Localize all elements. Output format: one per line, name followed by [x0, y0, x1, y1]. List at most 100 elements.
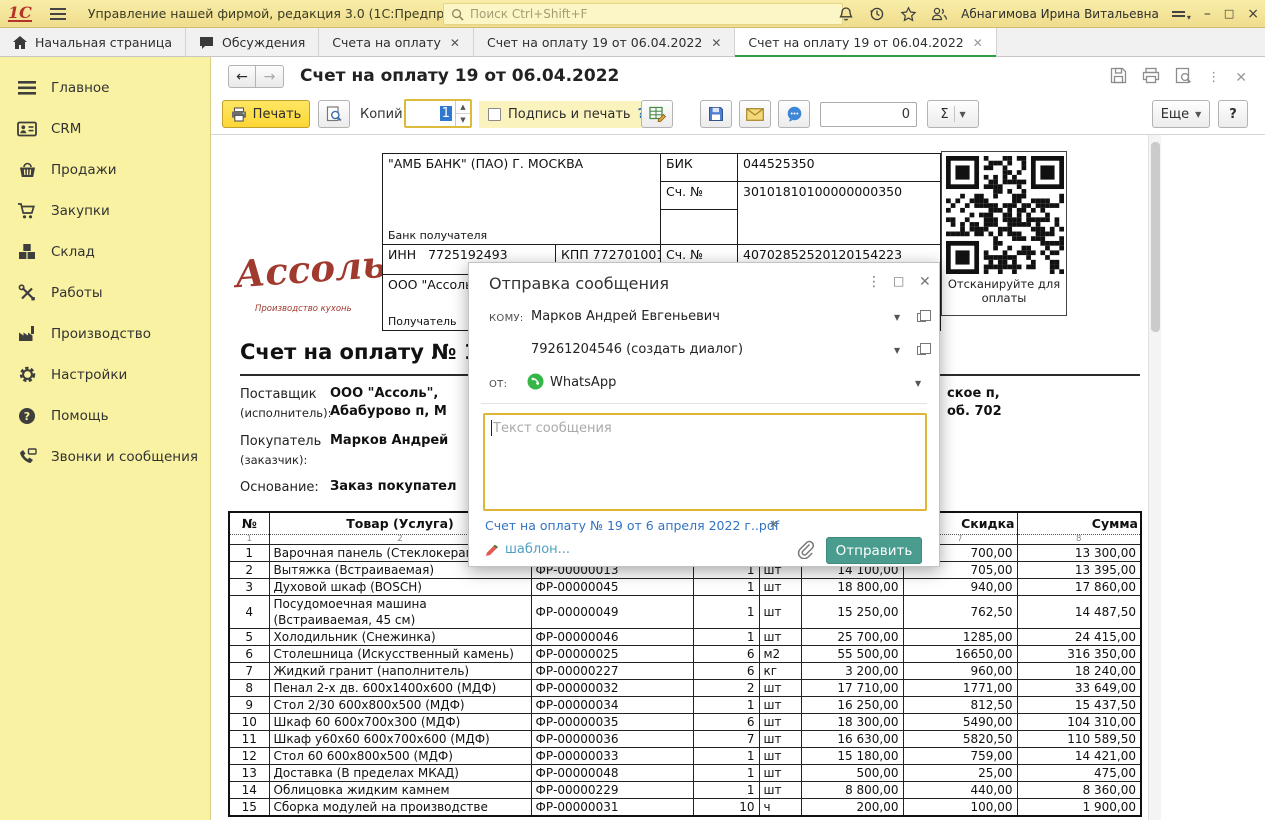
to-recipient-field[interactable]: Марков Андрей Евгеньевич	[531, 309, 720, 324]
invoice-item-cell: 2	[229, 562, 269, 579]
stepper-up-icon[interactable]: ▲	[456, 101, 470, 114]
tab-close-icon[interactable]: ✕	[450, 36, 460, 50]
edit-layout-button[interactable]	[641, 100, 673, 128]
tab-close-icon[interactable]: ✕	[711, 36, 721, 50]
invoice-item-cell: Холодильник (Снежинка)	[269, 629, 531, 646]
help-label: ?	[1229, 107, 1237, 122]
invoice-item-cell: ФР-00000033	[531, 748, 693, 765]
more-actions-icon[interactable]: ⋮	[1207, 70, 1220, 85]
invoice-item-cell: 762,50	[903, 596, 1017, 629]
chevron-down-icon[interactable]: ▼	[915, 379, 921, 388]
nav-forward-button[interactable]: →	[256, 65, 284, 88]
send-button[interactable]: Отправить	[826, 537, 922, 564]
invoice-item-cell: 960,00	[903, 663, 1017, 680]
close-form-icon[interactable]: ✕	[1235, 70, 1247, 86]
favorites-star-icon[interactable]	[899, 5, 917, 23]
invoice-item-row: 14Облицовка жидким камнемФР-000002291шт8…	[229, 782, 1141, 799]
sign-and-stamp-checkbox[interactable]: Подпись и печать ?	[479, 101, 654, 128]
dialog-more-icon[interactable]: ⋮	[867, 274, 881, 290]
stepper-down-icon[interactable]: ▼	[456, 114, 470, 126]
paperclip-icon[interactable]	[796, 539, 814, 563]
phone-field[interactable]: 79261204546 (создать диалог)	[531, 342, 743, 357]
save-report-icon[interactable]	[1110, 67, 1127, 88]
checkbox[interactable]	[488, 108, 501, 121]
chevron-down-icon[interactable]: ▼	[894, 313, 900, 322]
invoice-item-cell: ФР-00000045	[531, 579, 693, 596]
invoice-item-cell: 18 240,00	[1017, 663, 1141, 680]
save-file-button[interactable]	[700, 100, 732, 128]
print-preview-button[interactable]	[318, 100, 350, 128]
sidebar-item-settings[interactable]: Настройки	[0, 354, 210, 395]
print-button[interactable]: Печать	[222, 100, 310, 128]
invoice-item-cell: 15	[229, 799, 269, 817]
invoice-item-cell: 4	[229, 596, 269, 629]
invoice-item-cell: 5490,00	[903, 714, 1017, 731]
sidebar-item-calls-messages[interactable]: Звонки и сообщения	[0, 436, 210, 477]
invoice-item-row: 15Сборка модулей на производствеФР-00000…	[229, 799, 1141, 817]
chevron-down-icon[interactable]: ▼	[894, 346, 900, 355]
sidebar-item-crm[interactable]: CRM	[0, 108, 210, 149]
message-text-input[interactable]: Текст сообщения	[483, 413, 927, 511]
send-message-button[interactable]	[778, 100, 810, 128]
main-menu-icon[interactable]	[50, 5, 66, 23]
sum-button[interactable]: Σ ▼	[927, 100, 979, 128]
window-close-button[interactable]: ×	[1247, 0, 1259, 28]
more-button[interactable]: Еще ▼	[1152, 100, 1210, 128]
invoice-item-cell: Стол 2/30 600х800х500 (МДФ)	[269, 697, 531, 714]
send-email-button[interactable]	[739, 100, 771, 128]
current-user-name[interactable]: Абнагимова Ирина Витальевна	[961, 7, 1159, 21]
global-search-input[interactable]: Поиск Ctrl+Shift+F	[443, 3, 843, 25]
sidebar-item-works[interactable]: Работы	[0, 272, 210, 313]
invoice-item-cell: 1	[693, 697, 759, 714]
tab-invoices-list[interactable]: Счета на оплату ✕	[319, 28, 474, 57]
sidebar-item-production[interactable]: Производство	[0, 313, 210, 354]
open-in-new-icon[interactable]	[917, 346, 926, 355]
copies-stepper[interactable]: 1 ▲ ▼	[404, 99, 472, 128]
users-icon[interactable]	[930, 5, 948, 23]
from-channel-field[interactable]: WhatsApp	[550, 375, 616, 390]
counter-input[interactable]: 0	[820, 102, 917, 127]
supplier-label: Поставщик	[240, 387, 317, 402]
window-minimize-button[interactable]: –	[1204, 0, 1211, 28]
sidebar-item-main[interactable]: Главное	[0, 67, 210, 108]
sidebar-item-label: Склад	[51, 244, 95, 260]
send-message-dialog: Отправка сообщения ⋮ □ ✕ КОМУ: Марков Ан…	[468, 262, 940, 567]
invoice-item-cell: шт	[759, 629, 801, 646]
preview-document-icon[interactable]	[1175, 67, 1192, 88]
chat-bubble-icon	[786, 106, 803, 122]
tab-home[interactable]: Начальная страница	[0, 28, 186, 57]
tab-invoice-previous[interactable]: Счет на оплату 19 от 06.04.2022 ✕	[474, 28, 735, 57]
print-document-icon[interactable]	[1142, 67, 1160, 88]
history-icon[interactable]	[868, 5, 886, 23]
remove-attachment-icon[interactable]: ✕	[769, 518, 778, 531]
search-icon	[451, 8, 464, 21]
notifications-bell-icon[interactable]	[837, 5, 855, 23]
document-scrollbar[interactable]	[1148, 135, 1161, 820]
invoice-item-cell: 6	[693, 646, 759, 663]
scrollbar-thumb[interactable]	[1151, 142, 1160, 332]
invoice-item-cell: 440,00	[903, 782, 1017, 799]
help-button[interactable]: ?	[1218, 100, 1248, 128]
tab-close-icon[interactable]: ✕	[973, 36, 983, 50]
template-link[interactable]: шаблон...	[485, 542, 570, 557]
window-maximize-button[interactable]: □	[1224, 0, 1234, 28]
invoice-item-cell: 8 360,00	[1017, 782, 1141, 799]
sidebar-item-help[interactable]: ? Помощь	[0, 395, 210, 436]
dialog-maximize-icon[interactable]: □	[893, 274, 904, 288]
attachment-link[interactable]: Счет на оплату № 19 от 6 апреля 2022 г..…	[485, 518, 779, 533]
tab-invoice-active[interactable]: Счет на оплату 19 от 06.04.2022 ✕	[735, 28, 996, 57]
form-toolbar: Печать Копий: 1 ▲ ▼ Подпись и печать ?	[211, 95, 1265, 135]
nav-back-button[interactable]: ←	[228, 65, 256, 88]
dialog-close-icon[interactable]: ✕	[919, 274, 931, 290]
open-in-new-icon[interactable]	[917, 313, 926, 322]
dialog-separator	[481, 403, 927, 404]
service-menu-icon[interactable]: ▾	[1172, 7, 1191, 22]
sidebar-item-sales[interactable]: Продажи	[0, 149, 210, 190]
invoice-item-cell: 100,00	[903, 799, 1017, 817]
tab-discussions[interactable]: Обсуждения	[186, 28, 319, 57]
sidebar-item-purchases[interactable]: Закупки	[0, 190, 210, 231]
invoice-item-cell: 3 200,00	[801, 663, 903, 680]
invoice-item-cell: 16 250,00	[801, 697, 903, 714]
invoice-item-cell: 475,00	[1017, 765, 1141, 782]
sidebar-item-warehouse[interactable]: Склад	[0, 231, 210, 272]
